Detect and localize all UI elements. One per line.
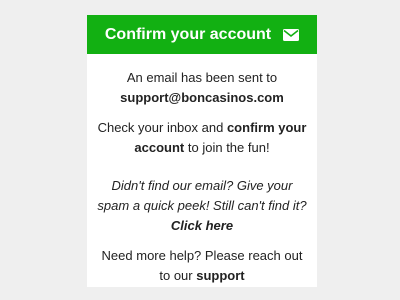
confirm-card: Confirm your account An email has been s… [87, 15, 317, 287]
sent-line: An email has been sent to [126, 70, 278, 85]
click-here-link[interactable]: Click here [171, 218, 233, 233]
check-prefix: Check your inbox and [97, 120, 224, 135]
spam-message: Didn't find our email? Give your spam a … [95, 176, 309, 236]
envelope-icon [283, 28, 300, 41]
sent-message: An email has been sent to support@boncas… [95, 68, 309, 108]
support-link[interactable]: support [196, 268, 244, 283]
confirm-banner: Confirm your account [87, 15, 317, 54]
check-suffix: to join the fun! [187, 140, 270, 155]
check-inbox-message: Check your inbox and confirm your accoun… [95, 118, 309, 158]
spam-text: Didn't find our email? Give your spam a … [97, 178, 307, 213]
banner-title: Confirm your account [104, 25, 272, 43]
email-address: support@boncasinos.com [120, 90, 284, 105]
help-message: Need more help? Please reach out to our … [95, 246, 309, 286]
message-body: An email has been sent to support@boncas… [87, 54, 317, 286]
